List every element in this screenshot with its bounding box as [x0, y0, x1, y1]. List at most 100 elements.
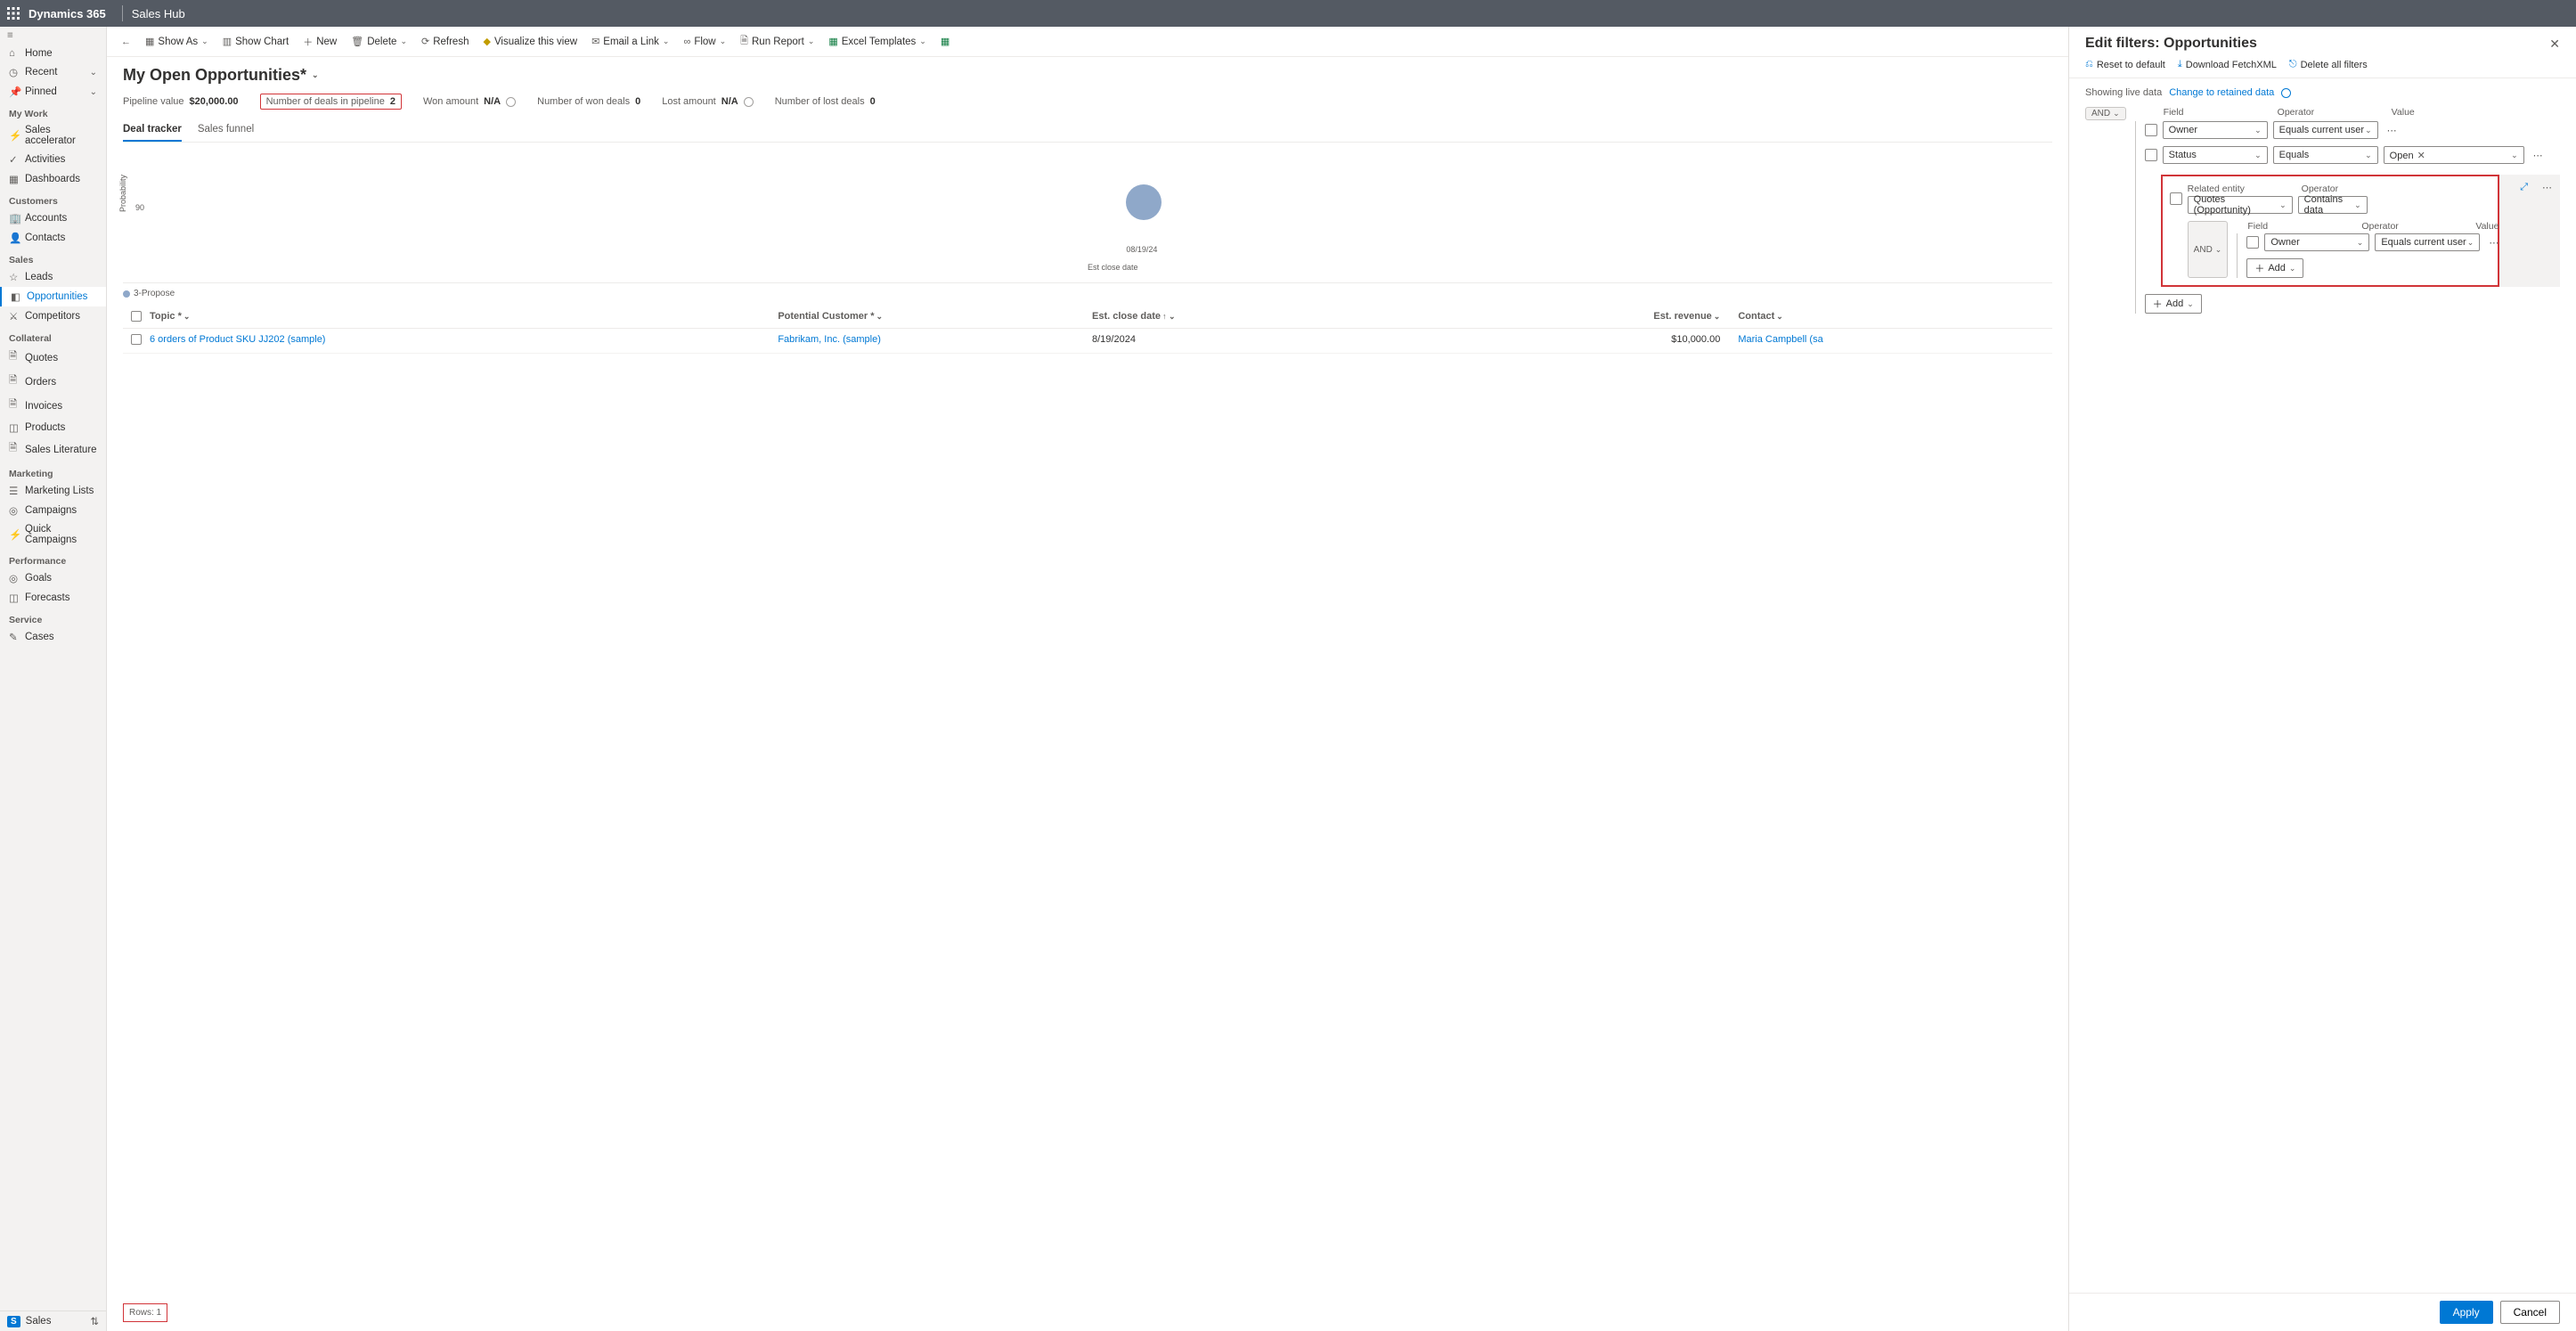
nav-activities[interactable]: ✓Activities: [0, 150, 106, 169]
filter-checkbox[interactable]: [2145, 149, 2157, 161]
field-select-owner[interactable]: Owner⌄: [2163, 121, 2268, 139]
add-button[interactable]: ＋Add⌄: [2145, 294, 2202, 314]
change-retained-link[interactable]: Change to retained data: [2169, 87, 2274, 98]
col-est-close-date[interactable]: Est. close date↑ ⌄: [1092, 311, 1406, 324]
nav-accounts[interactable]: 🏢Accounts: [0, 208, 106, 228]
info-icon[interactable]: [2281, 88, 2291, 98]
info-icon[interactable]: [506, 97, 516, 107]
nav-mkt-lists[interactable]: ☰Marketing Lists: [0, 481, 106, 501]
apply-button[interactable]: Apply: [2440, 1301, 2493, 1324]
nav-hdr-mywork: My Work: [0, 102, 106, 121]
row-more-icon[interactable]: ⋯: [2485, 237, 2503, 249]
back-button[interactable]: ←: [116, 34, 136, 50]
nav-sales-lit[interactable]: 🗎Sales Literature: [0, 437, 106, 461]
info-icon[interactable]: [744, 97, 754, 107]
metric-won-deals: Number of won deals0: [537, 96, 640, 107]
metrics-bar: Pipeline value$20,000.00 Number of deals…: [123, 94, 2052, 110]
area-switcher[interactable]: S Sales ⇅: [0, 1311, 106, 1331]
chart-y-label: Probability: [118, 174, 127, 211]
group-more-icon[interactable]: ⋯: [2539, 182, 2556, 193]
chevron-down-icon[interactable]: ⌄: [90, 87, 97, 97]
cmd-show-chart[interactable]: ▥Show Chart: [217, 33, 295, 50]
nav-cases[interactable]: ✎Cases: [0, 627, 106, 647]
col-est-revenue[interactable]: Est. revenue⌄: [1406, 311, 1739, 324]
nav-recent[interactable]: ◷Recent⌄: [0, 62, 106, 82]
nav-campaigns[interactable]: ◎Campaigns: [0, 501, 106, 520]
nav-quotes[interactable]: 🗎Quotes: [0, 346, 106, 370]
chart-y-tick: 90: [135, 203, 144, 212]
cmd-visualize[interactable]: ◆Visualize this view: [477, 33, 583, 50]
cell-topic[interactable]: 6 orders of Product SKU JJ202 (sample): [150, 334, 778, 347]
root-and-chip[interactable]: AND⌄: [2085, 107, 2126, 120]
close-icon[interactable]: ✕: [2549, 37, 2560, 52]
row-more-icon[interactable]: ⋯: [2384, 125, 2401, 136]
chevron-down-icon[interactable]: ⌄: [90, 68, 97, 78]
inner-and-chip[interactable]: AND⌄: [2188, 221, 2229, 278]
cmd-refresh[interactable]: ⟳Refresh: [416, 33, 475, 50]
tab-sales-funnel[interactable]: Sales funnel: [198, 118, 254, 142]
col-potential-customer[interactable]: Potential Customer *⌄: [778, 311, 1092, 324]
filter-checkbox[interactable]: [2246, 236, 2259, 249]
nav-products[interactable]: ◫Products: [0, 418, 106, 437]
delete-all-filters-button[interactable]: ⎋Delete all filters: [2289, 59, 2368, 70]
collapse-icon[interactable]: ⤢: [2520, 182, 2528, 193]
table-row[interactable]: 6 orders of Product SKU JJ202 (sample) F…: [123, 329, 2052, 354]
cmd-run-report[interactable]: 🗎Run Report⌄: [735, 30, 819, 53]
chart-bubble[interactable]: [1126, 184, 1162, 220]
cmd-new[interactable]: ＋New: [298, 32, 342, 52]
cmd-show-as[interactable]: ▦Show As⌄: [140, 33, 214, 50]
value-select-open[interactable]: Open✕⌄: [2384, 146, 2524, 164]
app-name[interactable]: Sales Hub: [132, 7, 185, 20]
nav-pinned[interactable]: 📌Pinned⌄: [0, 82, 106, 102]
cmd-excel-icon[interactable]: ▦: [935, 33, 955, 50]
nav-collapse-icon[interactable]: ≡: [0, 27, 106, 45]
nav-opportunities[interactable]: ◧Opportunities: [0, 287, 106, 306]
related-entity-select[interactable]: Quotes (Opportunity)⌄: [2188, 196, 2293, 214]
nav-contacts[interactable]: 👤Contacts: [0, 228, 106, 248]
nav-orders[interactable]: 🗎Orders: [0, 370, 106, 394]
remove-tag-icon[interactable]: ✕: [2417, 151, 2425, 161]
cmd-flow[interactable]: ∞Flow⌄: [678, 34, 731, 50]
cmd-excel-templates[interactable]: ▦Excel Templates⌄: [823, 33, 931, 50]
nav-competitors[interactable]: ⚔Competitors: [0, 306, 106, 326]
filter-row-owner: Owner⌄ Equals current user⌄ ⋯: [2145, 121, 2560, 139]
nav-leads[interactable]: ☆Leads: [0, 267, 106, 287]
nav-sales-accel[interactable]: ⚡Sales accelerator: [0, 121, 106, 150]
cell-contact[interactable]: Maria Campbell (sa: [1738, 334, 2052, 347]
cell-customer[interactable]: Fabrikam, Inc. (sample): [778, 334, 1092, 347]
row-more-icon[interactable]: ⋯: [2530, 150, 2547, 161]
col-contact[interactable]: Contact⌄: [1738, 311, 2052, 324]
cancel-button[interactable]: Cancel: [2500, 1301, 2560, 1324]
nav-dashboards[interactable]: ▦Dashboards: [0, 169, 106, 189]
operator-select[interactable]: Equals⌄: [2273, 146, 2378, 164]
row-count: Rows: 1: [123, 1303, 167, 1322]
field-select-owner[interactable]: Owner⌄: [2264, 233, 2369, 251]
inner-add-button[interactable]: ＋Add⌄: [2246, 258, 2303, 278]
nav-home[interactable]: ⌂Home: [0, 45, 106, 62]
app-launcher-icon[interactable]: [7, 7, 20, 20]
col-topic[interactable]: Topic *⌄: [150, 311, 778, 324]
nav-invoices[interactable]: 🗎Invoices: [0, 394, 106, 418]
cmd-delete[interactable]: 🗑Delete⌄: [346, 33, 412, 50]
row-checkbox[interactable]: [131, 334, 142, 345]
nav-forecasts[interactable]: ◫Forecasts: [0, 588, 106, 608]
nav-goals[interactable]: ◎Goals: [0, 568, 106, 588]
download-fetchxml-button[interactable]: ⤓Download FetchXML: [2178, 59, 2277, 70]
cmd-email-link[interactable]: ✉Email a Link⌄: [586, 33, 674, 50]
view-tabs: Deal tracker Sales funnel: [123, 118, 2052, 143]
operator-select[interactable]: Equals current user⌄: [2273, 121, 2378, 139]
chart-x-tick: 08/19/24: [1126, 245, 1157, 254]
filter-checkbox[interactable]: [2170, 192, 2182, 205]
filter-checkbox[interactable]: [2145, 124, 2157, 136]
view-title[interactable]: My Open Opportunities* ⌄: [123, 66, 2052, 85]
tab-deal-tracker[interactable]: Deal tracker: [123, 118, 182, 142]
field-select-status[interactable]: Status⌄: [2163, 146, 2268, 164]
select-all-checkbox[interactable]: [131, 311, 142, 322]
reset-default-button[interactable]: ⎌Reset to default: [2085, 59, 2165, 70]
cell-revenue: $10,000.00: [1406, 334, 1739, 347]
related-operator-select[interactable]: Contains data⌄: [2298, 196, 2368, 214]
live-data-note: Showing live data: [2085, 87, 2162, 98]
nav-quick-campaigns[interactable]: ⚡Quick Campaigns: [0, 520, 106, 549]
operator-select[interactable]: Equals current user⌄: [2375, 233, 2480, 251]
chevron-down-icon[interactable]: ⌄: [312, 70, 319, 80]
